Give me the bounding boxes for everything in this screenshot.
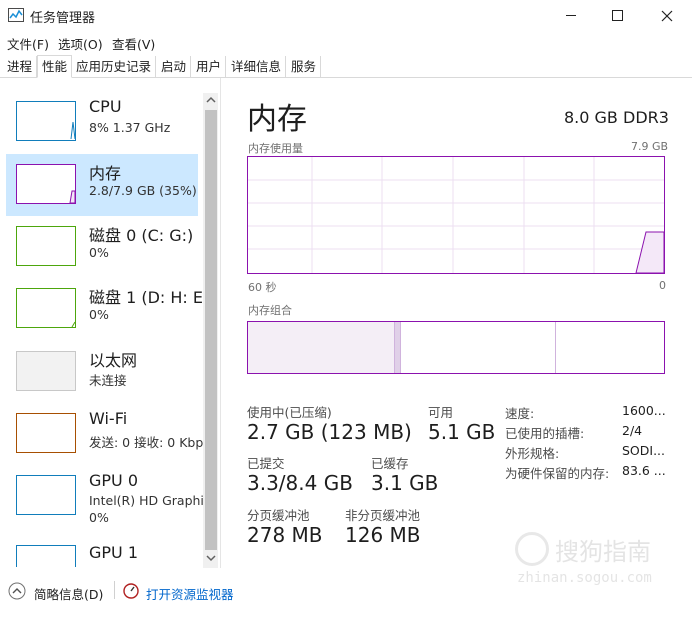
paged-pool-value: 278 MB [247,523,323,547]
composition-modified [394,322,401,373]
cached-value: 3.1 GB [371,471,439,495]
maximize-icon [611,10,623,21]
in-use-value: 2.7 GB (123 MB) [247,420,412,444]
scroll-down-icon[interactable] [205,553,217,563]
tab-details[interactable]: 详细信息 [227,56,287,77]
resource-value: 8% 1.37 GHz [89,120,171,135]
resource-name: Wi-Fi [89,409,128,428]
resource-memory[interactable]: 内存 2.8/7.9 GB (35%) [6,154,198,216]
resource-value: 0% [89,307,109,322]
resource-value-2: 0% [89,510,109,525]
form-factor-label: 外形规格: [505,446,560,461]
paged-pool-label: 分页缓冲池 [247,508,310,523]
resource-value: 未连接 [89,373,127,388]
available-label: 可用 [428,405,454,420]
disk-1-thumbnail [16,288,76,328]
hw-reserved-label: 为硬件保留的内存: [505,466,610,481]
resource-wifi[interactable]: Wi-Fi 发送: 0 接收: 0 Kbp [6,403,203,465]
menu-bar [0,31,692,53]
usage-label: 内存使用量 [248,142,303,155]
committed-label: 已提交 [247,456,285,471]
gpu-0-thumbnail [16,475,76,515]
cached-label: 已缓存 [371,456,409,471]
minimize-icon [566,15,576,16]
available-value: 5.1 GB [428,420,496,444]
form-factor-value: SODI... [622,443,666,458]
ethernet-thumbnail [16,351,76,391]
resource-name: CPU [89,97,122,116]
close-icon [661,10,673,21]
disk-0-thumbnail [16,226,76,266]
resource-gpu-0[interactable]: GPU 0 Intel(R) HD Graphic 0% [6,465,211,527]
hw-reserved-value: 83.6 ... [622,463,666,478]
close-button[interactable] [644,0,690,31]
resource-name: 磁盘 0 (C: G:) [89,226,194,245]
memory-thumbnail [16,164,76,204]
bottom-divider [114,581,115,599]
menu-view[interactable]: 查看(V) [112,34,155,53]
window-title: 任务管理器 [30,11,96,26]
axis-right-label: 0 [659,279,666,292]
cpu-thumbnail [16,101,76,141]
nonpaged-pool-value: 126 MB [345,523,421,547]
minimize-button[interactable] [548,0,594,31]
resource-value: 发送: 0 接收: 0 Kbp [89,435,204,450]
graph-grid [248,157,664,273]
tab-users[interactable]: 用户 [192,56,227,77]
committed-value: 3.3/8.4 GB [247,471,353,495]
resource-value: 2.8/7.9 GB (35%) [89,183,197,198]
composition-in-use [248,322,394,373]
resource-cpu[interactable]: CPU 8% 1.37 GHz [6,91,198,153]
axis-left-label: 60 秒 [248,281,277,294]
page-title: 内存 [247,102,307,137]
composition-label: 内存组合 [248,304,292,317]
menu-options[interactable]: 选项(O) [58,34,103,53]
menu-file[interactable]: 文件(F) [7,34,49,53]
resource-gpu-1[interactable]: GPU 1 [6,537,198,567]
watermark-text: 搜狗指南 [555,538,651,566]
resource-disk-1[interactable]: 磁盘 1 (D: H: E 0% [6,278,203,340]
sogou-logo-icon [515,532,549,566]
scroll-up-icon[interactable] [205,95,217,105]
tab-app-history[interactable]: 应用历史记录 [72,56,157,77]
scrollbar-thumb[interactable] [205,110,217,550]
memory-spec: 8.0 GB DDR3 [564,108,669,127]
tab-startup[interactable]: 启动 [157,56,192,77]
bottom-bar [0,568,692,618]
resource-name: GPU 0 [89,471,139,490]
nonpaged-pool-label: 非分页缓冲池 [345,508,421,523]
wifi-thumbnail [16,413,76,453]
resource-disk-0[interactable]: 磁盘 0 (C: G:) 0% [6,216,198,278]
task-manager-icon [8,8,24,22]
maximize-button[interactable] [594,0,640,31]
resource-name: GPU 1 [89,543,139,562]
resource-name: 磁盘 1 (D: H: E [89,288,204,307]
resource-name: 以太网 [89,351,138,370]
tab-performance[interactable]: 性能 [37,55,73,78]
memory-usage-graph [247,156,665,274]
tab-services[interactable]: 服务 [287,56,322,77]
resource-name: 内存 [89,164,122,183]
collapse-up-icon[interactable] [8,582,26,600]
memory-composition-bar [247,321,665,374]
fewer-details-link[interactable]: 简略信息(D) [34,584,103,603]
slots-label: 已使用的插槽: [505,426,585,441]
composition-divider [555,322,556,373]
in-use-label: 使用中(已压缩) [247,405,332,420]
speed-label: 速度: [505,406,535,421]
slots-value: 2/4 [622,423,643,438]
speed-value: 1600... [622,403,666,418]
resource-monitor-icon [123,583,139,599]
usage-max: 7.9 GB [631,140,669,153]
memory-usage-fill [635,231,664,273]
resource-value: Intel(R) HD Graphic [89,493,211,508]
resource-value: 0% [89,245,109,260]
resource-ethernet[interactable]: 以太网 未连接 [6,341,198,403]
tab-processes[interactable]: 进程 [3,56,38,77]
gpu-1-thumbnail [16,545,76,567]
open-resource-monitor-link[interactable]: 打开资源监视器 [146,584,234,603]
